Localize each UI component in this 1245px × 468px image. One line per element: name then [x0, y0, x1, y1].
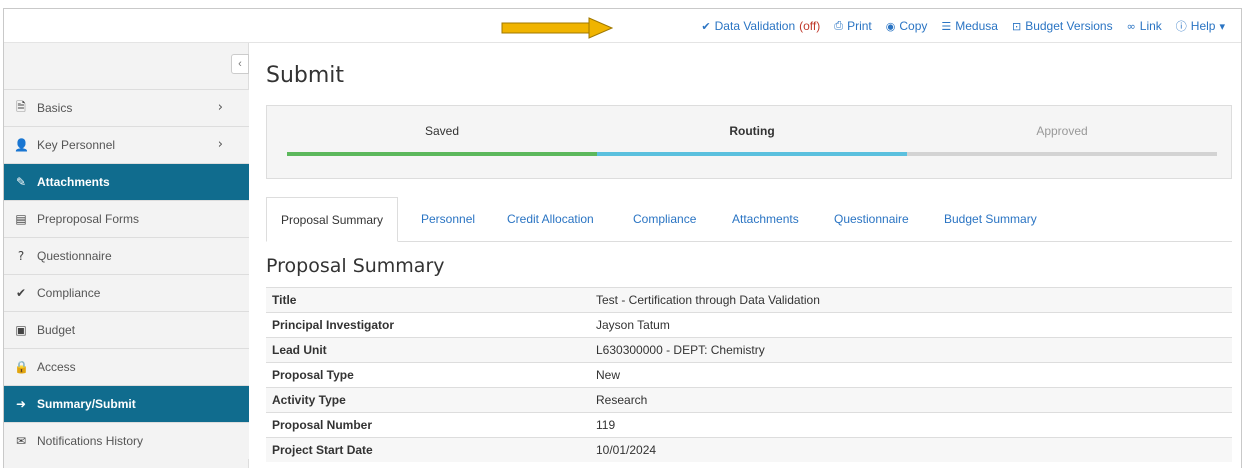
- question-circle-icon: ⓘ: [1175, 20, 1187, 33]
- tab-personnel[interactable]: Personnel: [421, 197, 475, 242]
- page-title: Submit: [266, 63, 345, 88]
- status-bar-approved: [907, 152, 1217, 156]
- tab-budget-summary[interactable]: Budget Summary: [944, 197, 1037, 242]
- file-icon: ▤: [15, 212, 27, 226]
- sidebar-item-key-personnel[interactable]: 👤 Key Personnel ›: [4, 126, 249, 163]
- check-icon: ✔: [701, 19, 711, 33]
- sign-out-icon: ➜: [15, 397, 27, 411]
- status-step-routing: Routing: [729, 124, 775, 138]
- lock-icon: 🔒: [14, 360, 29, 374]
- table-row: Proposal Number 119: [266, 412, 1232, 437]
- medusa-link[interactable]: ☰ Medusa: [941, 19, 998, 33]
- print-icon: ⎙: [834, 19, 844, 32]
- sidebar-item-attachments[interactable]: ✎ Attachments: [4, 163, 249, 200]
- check-icon: ✔: [15, 286, 27, 300]
- help-dropdown[interactable]: ⓘ Help ▾: [1176, 18, 1225, 34]
- table-row: Lead Unit L630300000 - DEPT: Chemistry: [266, 337, 1232, 362]
- caret-down-icon: ▾: [1219, 19, 1225, 33]
- sidebar-item-preproposal-forms[interactable]: ▤ Preproposal Forms: [4, 200, 249, 237]
- tab-credit-allocation[interactable]: Credit Allocation: [507, 197, 594, 242]
- sidebar-item-access[interactable]: 🔒 Access: [4, 348, 249, 385]
- money-icon: ⊡: [1011, 19, 1022, 33]
- section-title: Proposal Summary: [266, 255, 445, 277]
- table-row: Proposal Type New: [266, 362, 1232, 387]
- table-row: Activity Type Research: [266, 387, 1232, 412]
- table-row: Principal Investigator Jayson Tatum: [266, 312, 1232, 337]
- status-bar-saved: [287, 152, 597, 156]
- sidebar-item-compliance[interactable]: ✔ Compliance: [4, 274, 249, 311]
- copy-link[interactable]: ◉ Copy: [886, 19, 928, 33]
- main-content: Submit Saved Routing Approved Proposal S…: [250, 43, 1241, 468]
- list-icon: ☰: [941, 19, 952, 33]
- link-link[interactable]: ∞ Link: [1127, 19, 1162, 33]
- data-validation-link[interactable]: ✔ Data Validation (off): [701, 19, 820, 33]
- person-icon: 👤: [14, 138, 29, 152]
- envelope-icon: ✉: [15, 434, 27, 448]
- sidebar-item-basics[interactable]: 🗎 Basics ›: [4, 89, 249, 126]
- budget-versions-link[interactable]: ⊡ Budget Versions: [1012, 19, 1113, 33]
- proposal-summary-table: Title Test - Certification through Data …: [266, 287, 1232, 462]
- collapse-sidebar-button[interactable]: ‹: [231, 54, 249, 74]
- question-circle-icon: ?: [17, 249, 25, 263]
- status-step-saved: Saved: [424, 124, 460, 138]
- document-icon: 🗎: [16, 99, 26, 114]
- tab-attachments[interactable]: Attachments: [732, 197, 799, 242]
- sidebar-item-questionnaire[interactable]: ? Questionnaire: [4, 237, 249, 274]
- chevron-right-icon: ›: [217, 137, 223, 152]
- chevron-right-icon: ›: [217, 100, 223, 115]
- route-status-panel: Saved Routing Approved: [266, 105, 1232, 179]
- status-bar-routing: [597, 152, 907, 156]
- link-icon: ∞: [1126, 19, 1136, 33]
- sidebar-nav: 🗎 Basics › 👤 Key Personnel › ✎ Attachmen…: [4, 89, 249, 459]
- print-link[interactable]: ⎙ Print: [834, 19, 872, 33]
- sidebar-item-summary-submit[interactable]: ➜ Summary/Submit: [4, 385, 249, 422]
- status-step-approved: Approved: [1036, 124, 1088, 138]
- sidebar-item-budget[interactable]: ▣ Budget: [4, 311, 249, 348]
- eye-icon: ◉: [885, 19, 896, 33]
- summary-tabs: Proposal Summary Personnel Credit Alloca…: [266, 197, 1232, 242]
- top-toolbar: ✔ Data Validation (off) ⎙ Print ◉ Copy ☰…: [4, 9, 1241, 43]
- money-icon: ▣: [15, 323, 27, 337]
- sidebar-item-notifications-history[interactable]: ✉ Notifications History: [4, 422, 249, 459]
- tab-questionnaire[interactable]: Questionnaire: [834, 197, 909, 242]
- paperclip-icon: ✎: [15, 175, 27, 189]
- table-row: Title Test - Certification through Data …: [266, 287, 1232, 312]
- app-window: ✔ Data Validation (off) ⎙ Print ◉ Copy ☰…: [3, 8, 1242, 468]
- tab-proposal-summary[interactable]: Proposal Summary: [266, 197, 399, 242]
- tab-compliance[interactable]: Compliance: [633, 197, 696, 242]
- table-row: Project Start Date 10/01/2024: [266, 437, 1232, 462]
- sidebar: ‹ 🗎 Basics › 👤 Key Personnel › ✎ Attachm…: [4, 43, 249, 468]
- arrow-annotation-icon: [501, 17, 613, 39]
